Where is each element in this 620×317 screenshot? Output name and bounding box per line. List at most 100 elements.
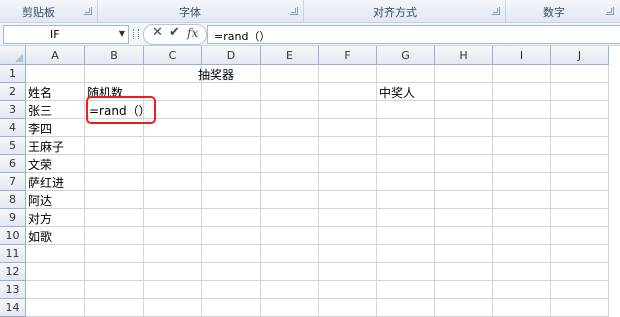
cell-a3[interactable]: 张三 [26,101,85,119]
cell-b8[interactable] [85,191,144,209]
cell-f11[interactable] [319,245,377,263]
font-launcher-icon[interactable] [290,7,298,15]
row-header-12[interactable]: 12 [0,263,26,281]
cell-d2[interactable] [202,83,261,101]
cell-g1[interactable] [377,65,435,83]
cell-d7[interactable] [202,173,261,191]
cell-c10[interactable] [144,227,202,245]
cell-g3[interactable] [377,101,435,119]
row-header-2[interactable]: 2 [0,83,26,101]
cell-f7[interactable] [319,173,377,191]
cell-i12[interactable] [493,263,551,281]
cell-a13[interactable] [26,281,85,299]
cell-a6[interactable]: 文荣 [26,155,85,173]
cell-b6[interactable] [85,155,144,173]
cell-g6[interactable] [377,155,435,173]
cell-g14[interactable] [377,299,435,317]
cell-b13[interactable] [85,281,144,299]
row-header-13[interactable]: 13 [0,281,26,299]
cell-i9[interactable] [493,209,551,227]
cell-i7[interactable] [493,173,551,191]
cell-i13[interactable] [493,281,551,299]
enter-check-icon[interactable]: ✔ [169,25,180,40]
column-header-c[interactable]: C [144,46,202,65]
cell-i8[interactable] [493,191,551,209]
cell-b11[interactable] [85,245,144,263]
cell-a8[interactable]: 阿达 [26,191,85,209]
cell-b12[interactable] [85,263,144,281]
cell-i14[interactable] [493,299,551,317]
cell-e1[interactable] [261,65,319,83]
cell-e13[interactable] [261,281,319,299]
cell-g4[interactable] [377,119,435,137]
cell-h7[interactable] [435,173,493,191]
cell-d6[interactable] [202,155,261,173]
cell-a4[interactable]: 李四 [26,119,85,137]
cell-a10[interactable]: 如歌 [26,227,85,245]
cell-e2[interactable] [261,83,319,101]
cell-g11[interactable] [377,245,435,263]
row-header-7[interactable]: 7 [0,173,26,191]
cell-g12[interactable] [377,263,435,281]
cell-a7[interactable]: 萨红进 [26,173,85,191]
cell-c8[interactable] [144,191,202,209]
row-header-6[interactable]: 6 [0,155,26,173]
row-header-8[interactable]: 8 [0,191,26,209]
cell-i5[interactable] [493,137,551,155]
cell-a5[interactable]: 王麻子 [26,137,85,155]
cell-f4[interactable] [319,119,377,137]
cell-h8[interactable] [435,191,493,209]
row-header-10[interactable]: 10 [0,227,26,245]
cell-g9[interactable] [377,209,435,227]
cell-j11[interactable] [551,245,609,263]
cell-j5[interactable] [551,137,609,155]
row-header-14[interactable]: 14 [0,299,26,317]
cell-d8[interactable] [202,191,261,209]
column-header-a[interactable]: A [26,46,85,65]
column-header-f[interactable]: F [319,46,377,65]
cell-j1[interactable] [551,65,609,83]
column-header-e[interactable]: E [261,46,319,65]
cell-h1[interactable] [435,65,493,83]
column-header-i[interactable]: I [493,46,551,65]
cell-h9[interactable] [435,209,493,227]
cell-d11[interactable] [202,245,261,263]
row-header-3[interactable]: 3 [0,101,26,119]
chevron-down-icon[interactable]: ▼ [119,29,125,38]
cell-d10[interactable] [202,227,261,245]
cell-c11[interactable] [144,245,202,263]
cell-g13[interactable] [377,281,435,299]
cell-j6[interactable] [551,155,609,173]
cell-j9[interactable] [551,209,609,227]
cell-j12[interactable] [551,263,609,281]
cell-c1[interactable] [144,65,202,83]
cell-c5[interactable] [144,137,202,155]
cell-a9[interactable]: 对方 [26,209,85,227]
cell-c13[interactable] [144,281,202,299]
cell-a11[interactable] [26,245,85,263]
alignment-launcher-icon[interactable] [492,7,500,15]
cell-f6[interactable] [319,155,377,173]
cell-j2[interactable] [551,83,609,101]
column-header-b[interactable]: B [85,46,144,65]
cell-c9[interactable] [144,209,202,227]
cell-a2[interactable]: 姓名 [26,83,85,101]
cell-b14[interactable] [85,299,144,317]
cell-j8[interactable] [551,191,609,209]
column-header-g[interactable]: G [377,46,435,65]
cell-g2[interactable]: 中奖人 [377,83,435,101]
row-header-5[interactable]: 5 [0,137,26,155]
column-header-j[interactable]: J [551,46,609,65]
row-header-1[interactable]: 1 [0,65,26,83]
cell-h2[interactable] [435,83,493,101]
row-header-9[interactable]: 9 [0,209,26,227]
cell-i11[interactable] [493,245,551,263]
cell-i2[interactable] [493,83,551,101]
cell-d5[interactable] [202,137,261,155]
cell-a14[interactable] [26,299,85,317]
cell-c6[interactable] [144,155,202,173]
cell-d14[interactable] [202,299,261,317]
cell-i10[interactable] [493,227,551,245]
cell-j10[interactable] [551,227,609,245]
cell-d1[interactable]: 抽奖器 [198,65,261,83]
